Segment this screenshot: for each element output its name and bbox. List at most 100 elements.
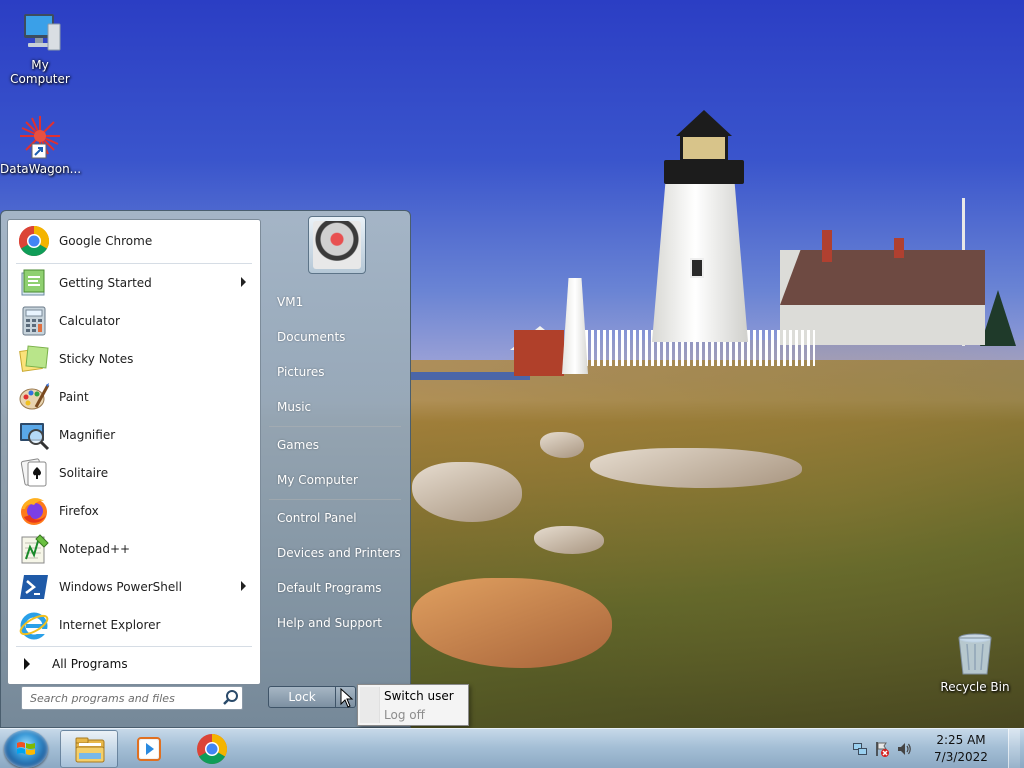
network-icon[interactable] (852, 741, 868, 757)
desktop-icon-recycle-bin[interactable]: Recycle Bin (935, 630, 1015, 694)
getting-started-icon (18, 267, 50, 299)
wallpaper-grass (410, 360, 1024, 728)
search-icon[interactable] (220, 687, 242, 709)
desktop-icon-label: Recycle Bin (940, 680, 1010, 694)
program-google-chrome[interactable]: Google Chrome (12, 223, 258, 259)
wallpaper-chimney (894, 238, 904, 258)
wallpaper-house-roof (780, 250, 985, 305)
link-label: Help and Support (277, 616, 382, 630)
desktop-icon-datawagon[interactable]: DataWagon... (0, 112, 82, 176)
mouse-cursor-icon (340, 688, 354, 708)
program-notepad-plus-plus[interactable]: Notepad++ (12, 531, 258, 567)
program-windows-powershell[interactable]: Windows PowerShell (12, 569, 258, 605)
right-pane-separator (269, 426, 401, 427)
wallpaper-shed (514, 330, 564, 376)
media-player-icon (137, 737, 161, 761)
arrow-right-icon (24, 658, 30, 670)
menu-item-switch-user[interactable]: Switch user (384, 687, 454, 705)
recycle-bin-icon (951, 630, 999, 678)
link-label: Pictures (277, 365, 325, 379)
all-programs-button[interactable]: All Programs (12, 650, 258, 678)
program-internet-explorer[interactable]: Internet Explorer (12, 607, 258, 643)
link-music[interactable]: Music (269, 391, 403, 423)
start-menu-programs-pane: Google Chrome Getting Started Calculator… (7, 219, 261, 685)
program-label: Firefox (59, 504, 99, 518)
magnifier-icon (18, 419, 50, 451)
program-paint[interactable]: Paint (12, 379, 258, 415)
computer-icon (16, 8, 64, 56)
all-programs-label: All Programs (52, 657, 128, 671)
clock-date[interactable]: 7/3/2022 (926, 750, 996, 764)
menu-icon-strip (360, 687, 380, 723)
taskbar: 2:25 AM 7/3/2022 (0, 728, 1024, 768)
user-picture-icon (313, 221, 361, 269)
program-calculator[interactable]: Calculator (12, 303, 258, 339)
program-label: Solitaire (59, 466, 109, 480)
link-default-programs[interactable]: Default Programs (269, 572, 403, 604)
link-games[interactable]: Games (269, 429, 403, 461)
firefox-icon (18, 495, 50, 527)
search-box (21, 686, 243, 710)
link-label: Control Panel (277, 511, 357, 525)
search-input[interactable] (22, 688, 220, 708)
program-firefox[interactable]: Firefox (12, 493, 258, 529)
start-button[interactable] (4, 730, 48, 768)
link-help-and-support[interactable]: Help and Support (269, 607, 403, 639)
chrome-icon (197, 734, 228, 765)
action-center-flag-icon[interactable] (874, 741, 890, 757)
link-label: VM1 (277, 295, 304, 309)
program-label: Notepad++ (59, 542, 131, 556)
program-label: Internet Explorer (59, 618, 161, 632)
link-label: My Computer (277, 473, 358, 487)
sticky-notes-icon (18, 343, 50, 375)
chrome-icon (18, 225, 50, 257)
program-label: Google Chrome (59, 234, 153, 248)
program-label: Paint (59, 390, 89, 404)
volume-icon[interactable] (896, 741, 912, 757)
wallpaper-tree (980, 290, 1016, 346)
link-my-computer[interactable]: My Computer (269, 464, 403, 496)
wallpaper-sea (410, 372, 530, 380)
datawagon-icon (16, 112, 64, 160)
taskbar-google-chrome[interactable] (183, 730, 241, 768)
taskbar-media-player[interactable] (120, 730, 178, 768)
program-sticky-notes[interactable]: Sticky Notes (12, 341, 258, 377)
wallpaper-lighthouse-cap (676, 110, 732, 136)
program-label: Getting Started (59, 276, 152, 290)
wallpaper-lighthouse-lantern (680, 134, 728, 162)
link-devices-and-printers[interactable]: Devices and Printers (269, 537, 403, 569)
link-user-folder[interactable]: VM1 (269, 286, 403, 318)
menu-item-log-off: Log off (384, 706, 425, 724)
link-documents[interactable]: Documents (269, 321, 403, 353)
link-label: Devices and Printers (277, 546, 401, 560)
wallpaper-rock (540, 432, 584, 458)
program-label: Calculator (59, 314, 120, 328)
desktop-icon-my-computer[interactable]: My Computer (0, 8, 80, 86)
paint-icon (18, 381, 50, 413)
lock-button[interactable]: Lock (268, 686, 336, 708)
show-desktop-button[interactable] (1008, 729, 1020, 768)
clock-time[interactable]: 2:25 AM (926, 733, 996, 747)
menu-item-label: Log off (384, 708, 425, 722)
system-tray: 2:25 AM 7/3/2022 (850, 729, 1020, 768)
program-solitaire[interactable]: Solitaire (12, 455, 258, 491)
menu-item-label: Switch user (384, 689, 454, 703)
explorer-folder-icon (75, 737, 105, 763)
start-menu: Google Chrome Getting Started Calculator… (0, 210, 411, 728)
wallpaper-lighthouse-window (690, 258, 704, 278)
submenu-arrow-icon (241, 581, 246, 591)
wallpaper-lighthouse-gallery (664, 160, 744, 184)
taskbar-windows-explorer[interactable] (60, 730, 118, 768)
program-getting-started[interactable]: Getting Started (12, 265, 258, 301)
link-control-panel[interactable]: Control Panel (269, 502, 403, 534)
link-pictures[interactable]: Pictures (269, 356, 403, 388)
user-account-picture[interactable] (308, 216, 366, 274)
programs-separator (16, 646, 252, 647)
desktop-icon-label: DataWagon... (0, 162, 82, 176)
program-magnifier[interactable]: Magnifier (12, 417, 258, 453)
link-label: Documents (277, 330, 346, 344)
wallpaper-chimney (822, 230, 832, 262)
link-label: Music (277, 400, 312, 414)
lock-button-label: Lock (288, 690, 316, 704)
link-label: Games (277, 438, 319, 452)
